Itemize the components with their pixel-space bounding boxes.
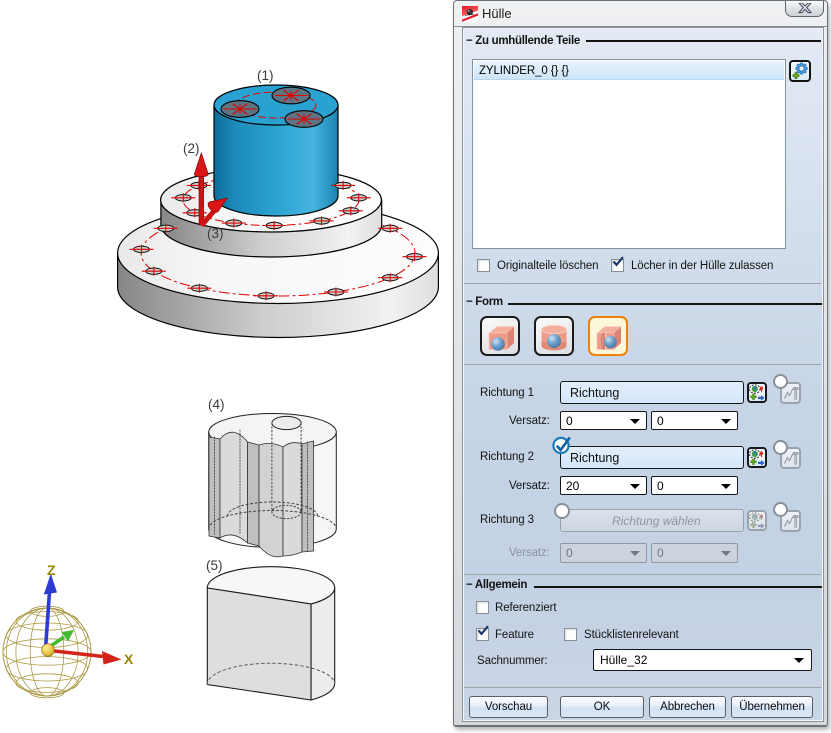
svg-text:(5): (5) <box>206 558 223 573</box>
svg-text:X: X <box>124 651 134 667</box>
svg-text:(3): (3) <box>207 226 224 241</box>
svg-text:(1): (1) <box>257 68 274 83</box>
svg-text:Z: Z <box>47 562 56 578</box>
svg-text:(4): (4) <box>208 397 225 412</box>
svg-text:(2): (2) <box>183 141 200 156</box>
